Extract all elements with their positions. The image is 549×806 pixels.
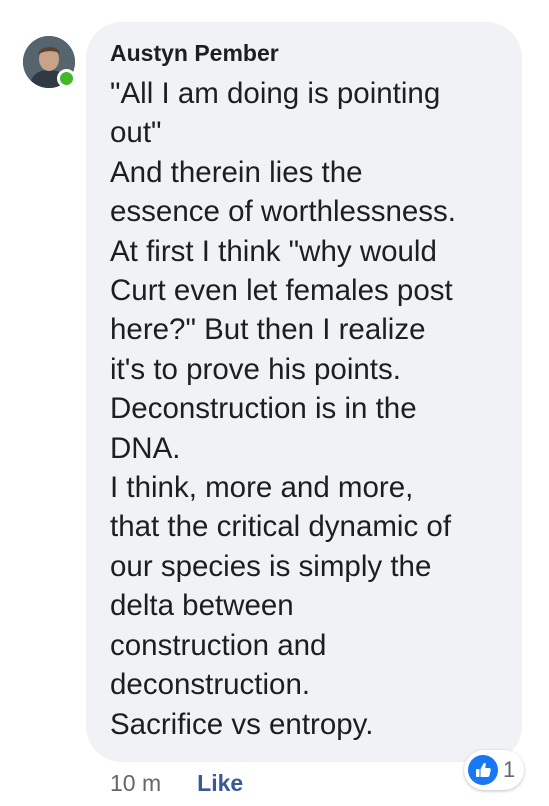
comment-text-line: "All I am doing is pointing <box>110 77 441 110</box>
comment-text-line: I think, more and more, <box>110 471 414 505</box>
thumbs-up-icon <box>468 755 498 785</box>
comment-text-line: delta between <box>110 589 294 623</box>
comment-text-line: And therein lies the <box>110 155 363 189</box>
comment-actions: 10 m Like <box>110 768 243 798</box>
comment-text-line: Deconstruction is in the <box>110 392 417 426</box>
comment-text-line: Curt even let females post <box>110 274 453 308</box>
comment-text-line: At first I think "why would <box>110 234 437 268</box>
comment-text-line: our species is simply the <box>110 549 432 583</box>
online-status-indicator <box>57 69 76 88</box>
comment-timestamp[interactable]: 10 m <box>110 770 161 797</box>
comment-text-line: deconstruction. <box>110 668 311 702</box>
comment-view: Austyn Pember "All I am doing is pointin… <box>0 0 549 806</box>
comment-text-line: essence of worthlessness. <box>110 195 456 229</box>
comment-text-line: that the critical dynamic of <box>110 510 452 544</box>
comment-text-line: Sacrifice vs entropy. <box>110 707 374 741</box>
like-button[interactable]: Like <box>197 770 243 797</box>
comment-author-name[interactable]: Austyn Pember <box>110 40 279 67</box>
reaction-count: 1 <box>503 757 516 782</box>
comment-text: "All I am doing is pointing out" And the… <box>110 74 510 744</box>
comment-text-line: construction and <box>110 628 327 662</box>
comment-text-line: out" <box>110 116 162 150</box>
comment-text-line: it's to prove his points. <box>110 352 401 386</box>
comment-text-line: here?" But then I realize <box>110 313 426 347</box>
comment-text-line: DNA. <box>110 431 181 465</box>
reaction-summary[interactable]: 1 <box>464 750 525 790</box>
